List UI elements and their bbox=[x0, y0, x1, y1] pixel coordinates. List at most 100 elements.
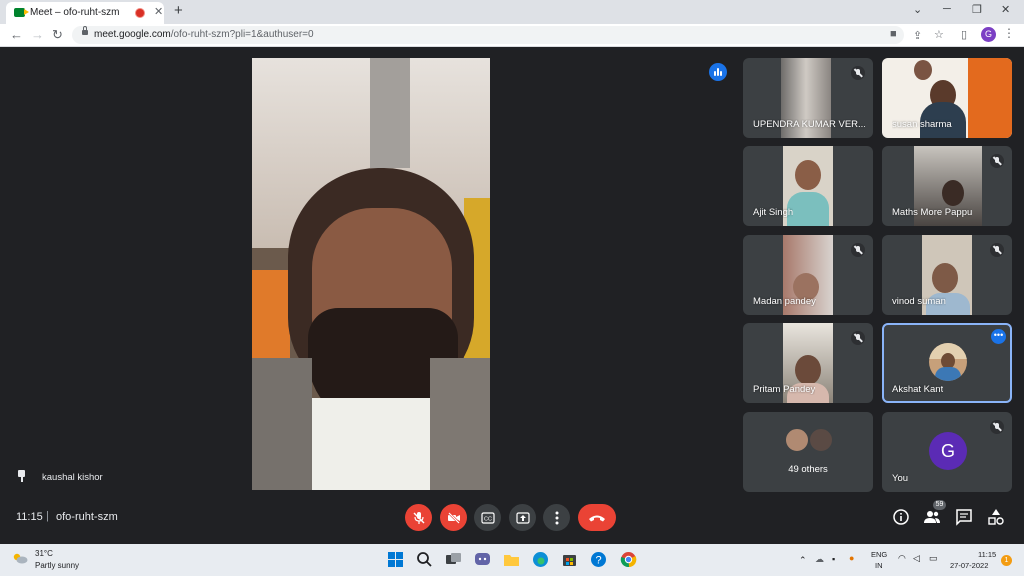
browser-tab[interactable]: Meet – ofo-ruht-szm ✕ bbox=[6, 2, 164, 24]
tab-title: Meet – ofo-ruht-szm bbox=[30, 7, 120, 18]
camera-in-use-icon[interactable]: ■ bbox=[890, 28, 897, 40]
forward-icon[interactable]: → bbox=[31, 27, 44, 42]
onedrive-icon[interactable]: ☁ bbox=[815, 554, 824, 565]
region-indicator[interactable]: IN bbox=[875, 561, 883, 570]
participant-tile[interactable]: UPENDRA KUMAR VER... bbox=[743, 58, 873, 138]
bookmark-star-icon[interactable]: ☆ bbox=[934, 28, 944, 41]
side-panel-icon[interactable]: ▯ bbox=[961, 28, 967, 41]
notification-badge[interactable]: 1 bbox=[1001, 555, 1012, 566]
mic-off-icon bbox=[851, 331, 865, 345]
speaking-indicator-icon bbox=[709, 63, 727, 81]
meeting-code: ofo-ruht-szm bbox=[56, 511, 118, 523]
mic-off-icon bbox=[990, 154, 1004, 168]
clock-time[interactable]: 11:15 bbox=[978, 550, 996, 559]
participant-tile[interactable]: Ajit Singh bbox=[743, 146, 873, 226]
participant-name: UPENDRA KUMAR VER... bbox=[753, 119, 865, 130]
teams-chat-icon[interactable] bbox=[474, 551, 491, 568]
svg-text:CC: CC bbox=[484, 516, 492, 522]
recording-dot-icon bbox=[136, 9, 144, 17]
participant-tile[interactable]: Pritam Pandey bbox=[743, 323, 873, 403]
captions-button[interactable]: CC bbox=[474, 504, 501, 531]
captions-icon: CC bbox=[480, 511, 495, 524]
battery-icon[interactable]: ▭ bbox=[929, 553, 938, 564]
avatar bbox=[785, 428, 809, 452]
activities-icon[interactable] bbox=[987, 508, 1005, 526]
participants-icon[interactable] bbox=[923, 508, 941, 526]
tab-search-icon[interactable]: ⌄ bbox=[913, 3, 922, 16]
pinned-participant-name: kaushal kishor bbox=[42, 472, 103, 483]
participant-tile[interactable]: susan sharma bbox=[882, 58, 1012, 138]
url-input[interactable]: meet.google.com/ofo-ruht-szm?pli=1&authu… bbox=[72, 26, 904, 44]
file-explorer-icon[interactable] bbox=[503, 551, 520, 568]
tab-close-icon[interactable]: ✕ bbox=[154, 5, 163, 18]
language-indicator[interactable]: ENG bbox=[871, 550, 887, 559]
lock-icon[interactable] bbox=[82, 26, 88, 35]
windows-start-icon[interactable] bbox=[387, 551, 404, 568]
participant-tile-akshat[interactable]: ••• Akshat Kant bbox=[882, 323, 1012, 403]
more-options-button[interactable]: ••• bbox=[991, 329, 1006, 344]
profile-avatar[interactable]: G bbox=[981, 27, 996, 42]
participant-tile[interactable]: vinod suman bbox=[882, 235, 1012, 315]
participant-name: vinod suman bbox=[892, 296, 946, 307]
new-tab-button[interactable]: + bbox=[174, 2, 183, 19]
self-tile[interactable]: G You bbox=[882, 412, 1012, 492]
camera-icon[interactable]: ▪ bbox=[832, 554, 835, 564]
participant-name: You bbox=[892, 473, 909, 484]
clock-date[interactable]: 27-07-2022 bbox=[950, 561, 988, 570]
task-view-icon[interactable] bbox=[445, 551, 462, 568]
avatar: G bbox=[929, 432, 967, 470]
edge-browser-icon[interactable] bbox=[532, 551, 549, 568]
url-text: meet.google.com/ofo-ruht-szm?pli=1&authu… bbox=[94, 29, 314, 40]
windows-taskbar: 31°C Partly sunny ? ⌃ ☁ ▪ ● ENG IN ◠ ◁ ▭… bbox=[0, 544, 1024, 576]
participant-tile[interactable]: Madan pandey bbox=[743, 235, 873, 315]
mic-off-icon bbox=[413, 511, 424, 524]
address-bar-row: ← → ↻ meet.google.com/ofo-ruht-szm?pli=1… bbox=[0, 24, 1024, 47]
participant-name: Akshat Kant bbox=[892, 384, 944, 395]
participant-tile[interactable]: Maths More Pappu bbox=[882, 146, 1012, 226]
minimize-button[interactable]: ─ bbox=[943, 3, 951, 15]
pin-icon[interactable] bbox=[17, 470, 26, 482]
more-vert-icon bbox=[555, 511, 558, 524]
hang-up-icon bbox=[589, 515, 605, 521]
others-count-label: 49 others bbox=[788, 464, 828, 475]
leave-call-button[interactable] bbox=[578, 504, 616, 531]
participant-name: Pritam Pandey bbox=[753, 384, 816, 395]
mic-off-icon bbox=[990, 243, 1004, 257]
participant-name: Madan pandey bbox=[753, 296, 816, 307]
browser-menu-icon[interactable]: ⋮ bbox=[1003, 26, 1015, 40]
microphone-toggle-button[interactable] bbox=[405, 504, 432, 531]
volume-icon[interactable]: ◁ bbox=[913, 553, 920, 564]
participant-name: Ajit Singh bbox=[753, 207, 794, 218]
partly-sunny-icon[interactable] bbox=[12, 552, 28, 564]
store-icon[interactable] bbox=[561, 551, 578, 568]
search-icon[interactable] bbox=[416, 551, 433, 568]
close-window-button[interactable]: ✕ bbox=[1001, 3, 1010, 16]
wifi-icon[interactable]: ◠ bbox=[898, 553, 906, 564]
present-icon bbox=[515, 511, 530, 524]
chat-icon[interactable] bbox=[955, 508, 973, 526]
meet-favicon-icon bbox=[14, 8, 29, 17]
microphone-icon[interactable]: ● bbox=[849, 553, 854, 563]
more-options-button[interactable] bbox=[543, 504, 570, 531]
others-tile[interactable]: 49 others bbox=[743, 412, 873, 492]
meeting-details-icon[interactable] bbox=[892, 508, 910, 526]
chrome-icon[interactable] bbox=[620, 551, 637, 568]
mic-off-icon bbox=[990, 420, 1004, 434]
participant-name: Maths More Pappu bbox=[892, 207, 973, 218]
reload-icon[interactable]: ↻ bbox=[52, 27, 63, 43]
maximize-button[interactable]: ❐ bbox=[972, 3, 982, 16]
avatar bbox=[809, 428, 833, 452]
help-icon[interactable]: ? bbox=[590, 551, 607, 568]
meeting-time: 11:15 bbox=[16, 511, 43, 523]
browser-tab-strip: Meet – ofo-ruht-szm ✕ + ⌄ ─ ❐ ✕ bbox=[0, 0, 1024, 24]
show-hidden-icons[interactable]: ⌃ bbox=[799, 555, 807, 566]
present-screen-button[interactable] bbox=[509, 504, 536, 531]
weather-description: Partly sunny bbox=[35, 561, 80, 570]
back-icon[interactable]: ← bbox=[10, 27, 23, 42]
share-icon[interactable]: ⇪ bbox=[913, 29, 922, 42]
mic-off-icon bbox=[851, 243, 865, 257]
participant-name: susan sharma bbox=[892, 119, 952, 130]
camera-toggle-button[interactable] bbox=[440, 504, 467, 531]
weather-temperature: 31°C bbox=[35, 549, 53, 558]
avatar bbox=[929, 343, 967, 381]
